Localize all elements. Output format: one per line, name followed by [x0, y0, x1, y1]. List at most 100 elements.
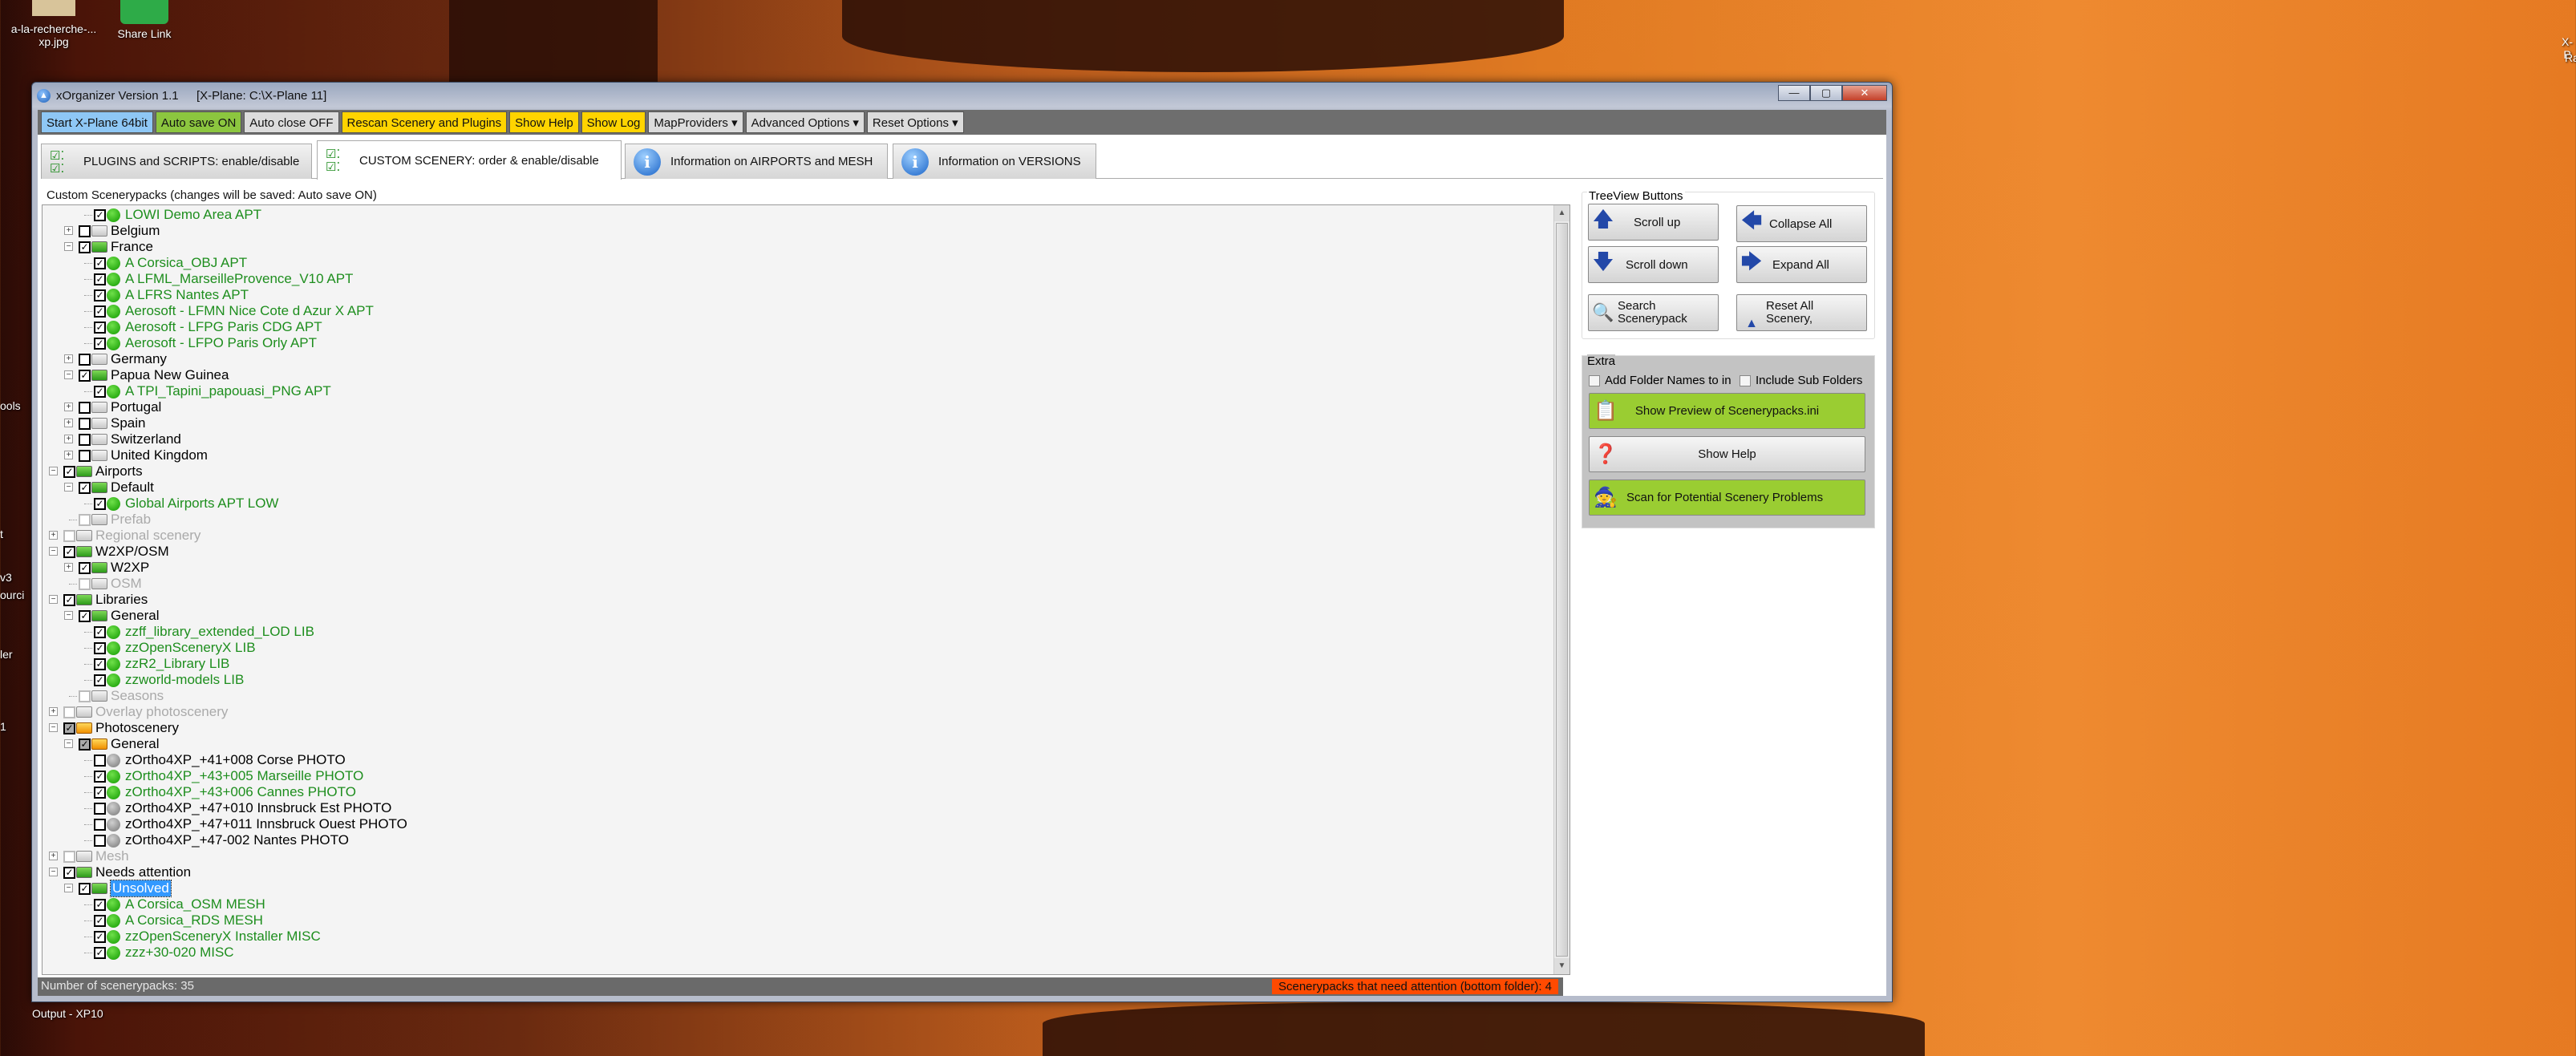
scroll-up-button[interactable]: 🡅 Scroll up — [1588, 204, 1719, 241]
tree-item[interactable]: OSM — [79, 576, 142, 592]
desktop-icon-label[interactable]: Share Link — [112, 27, 176, 40]
tree-item[interactable]: Switzerland — [79, 431, 181, 447]
tree-item[interactable]: ✓ A LFML_MarseilleProvence_V10 APT — [94, 271, 353, 287]
checkbox[interactable]: ✓ — [79, 241, 91, 253]
collapse-icon[interactable]: − — [49, 595, 58, 604]
checkbox[interactable]: ✓ — [63, 866, 75, 879]
scroll-up-arrow[interactable]: ▲ — [1554, 205, 1569, 221]
checkbox[interactable] — [79, 417, 91, 430]
checkbox[interactable]: ✓ — [63, 593, 75, 606]
search-scenerypack-button[interactable]: 🔍 Search Scenerypack — [1588, 294, 1719, 331]
toolbar-button[interactable]: Auto close OFF — [244, 111, 339, 133]
checkbox[interactable] — [63, 850, 75, 863]
checkbox[interactable] — [79, 690, 91, 702]
collapse-all-button[interactable]: 🡄 Collapse All — [1736, 205, 1867, 242]
tree-item[interactable]: ✓ Aerosoft - LFPG Paris CDG APT — [94, 319, 322, 335]
collapse-icon[interactable]: − — [49, 723, 58, 732]
checkbox[interactable]: ✓ — [94, 770, 106, 783]
tree-item[interactable]: ✓ A TPI_Tapini_papouasi_PNG APT — [94, 383, 331, 399]
scroll-down-arrow[interactable]: ▼ — [1554, 958, 1569, 974]
checkbox[interactable] — [63, 529, 75, 542]
tree-item[interactable]: ✓ Default — [79, 479, 154, 496]
tree-item[interactable]: ✓ General — [79, 608, 159, 624]
expand-all-button[interactable]: 🡆 Expand All — [1736, 246, 1867, 283]
checkbox[interactable]: ✓ — [94, 337, 106, 350]
checkbox[interactable]: ✓ — [63, 545, 75, 558]
checkbox[interactable] — [79, 433, 91, 446]
checkbox[interactable]: ✓ — [94, 657, 106, 670]
show-help-button[interactable]: ❓ Show Help — [1589, 436, 1865, 472]
checkbox[interactable] — [79, 513, 91, 526]
tree-item[interactable]: ✓ zOrtho4XP_+43+005 Marseille PHOTO — [94, 768, 363, 784]
scenery-tree[interactable]: ▲ ▼ ✓ LOWI Demo Area APT + Belgium − ✓ France ✓… — [42, 204, 1570, 975]
tree-item[interactable]: ✓ zzOpenSceneryX LIB — [94, 640, 256, 656]
share-link-icon[interactable] — [120, 0, 168, 24]
tree-item[interactable]: ✓ Aerosoft - LFPO Paris Orly APT — [94, 335, 317, 351]
tree-item[interactable]: ✓ Papua New Guinea — [79, 367, 229, 383]
checkbox[interactable]: ✓ — [79, 738, 91, 751]
checkbox[interactable] — [94, 802, 106, 815]
tree-item[interactable]: ✓ Aerosoft - LFMN Nice Cote d Azur X APT — [94, 303, 374, 319]
toolbar-button[interactable]: Start X-Plane 64bit — [41, 111, 153, 133]
collapse-icon[interactable]: − — [49, 547, 58, 556]
maximize-button[interactable]: ▢ — [1810, 85, 1842, 101]
checkbox[interactable]: ✓ — [79, 369, 91, 382]
checkbox[interactable]: ✓ — [94, 930, 106, 943]
expand-icon[interactable]: + — [64, 419, 73, 427]
checkbox[interactable] — [79, 401, 91, 414]
tab[interactable]: i Information on AIRPORTS and MESH — [625, 144, 888, 179]
title-bar[interactable]: ▲ xOrganizer Version 1.1 [X-Plane: C:\X-… — [32, 83, 1892, 110]
checkbox[interactable] — [94, 818, 106, 831]
add-folder-names-checkbox[interactable]: Add Folder Names to in — [1589, 374, 1732, 387]
tree-item[interactable]: ✓ Libraries — [63, 592, 148, 608]
tree-item[interactable]: ✓ Global Airports APT LOW — [94, 496, 278, 512]
tree-item[interactable]: ✓ France — [79, 239, 153, 255]
tree-item[interactable]: ✓ W2XP — [79, 560, 149, 576]
include-sub-folders-checkbox[interactable]: Include Sub Folders — [1740, 374, 1862, 387]
tree-item[interactable]: ✓ zzworld-models LIB — [94, 672, 244, 688]
checkbox[interactable] — [79, 449, 91, 462]
tree-item[interactable]: ✓ Photoscenery — [63, 720, 179, 736]
tree-item[interactable]: Portugal — [79, 399, 161, 415]
tree-item[interactable]: Seasons — [79, 688, 164, 704]
checkbox[interactable]: ✓ — [79, 481, 91, 494]
checkbox[interactable]: ✓ — [94, 208, 106, 221]
tree-item[interactable]: ✓ Needs attention — [63, 864, 191, 880]
tab[interactable]: ☑⁚ ☑⁚ PLUGINS and SCRIPTS: enable/disable — [41, 144, 312, 179]
expand-icon[interactable]: + — [64, 226, 73, 235]
checkbox[interactable] — [94, 754, 106, 767]
tree-item[interactable]: ✓ zzR2_Library LIB — [94, 656, 229, 672]
reset-all-scenery-button[interactable]: ▲ Reset All Scenery, — [1736, 294, 1867, 331]
tree-item[interactable]: Germany — [79, 351, 167, 367]
checkbox[interactable]: ✓ — [94, 674, 106, 686]
tree-item[interactable]: Mesh — [63, 848, 129, 864]
collapse-icon[interactable]: − — [64, 370, 73, 379]
checkbox[interactable]: ✓ — [94, 305, 106, 318]
tree-item[interactable]: Regional scenery — [63, 528, 200, 544]
checkbox[interactable]: ✓ — [94, 257, 106, 269]
tree-item[interactable]: ✓ zzz+30-020 MISC — [94, 945, 234, 961]
collapse-icon[interactable]: − — [49, 467, 58, 475]
desktop-icon-label[interactable]: a-la-recherche-... xp.jpg — [2, 22, 106, 48]
collapse-icon[interactable]: − — [64, 483, 73, 492]
tree-item[interactable]: zOrtho4XP_+47+011 Innsbruck Ouest PHOTO — [94, 816, 407, 832]
tree-item[interactable]: Prefab — [79, 512, 151, 528]
tree-item[interactable]: ✓ zOrtho4XP_+43+006 Cannes PHOTO — [94, 784, 356, 800]
checkbox[interactable] — [79, 577, 91, 590]
toolbar-button[interactable]: Advanced Options ▾ — [745, 111, 865, 133]
tree-item[interactable]: ✓ A Corsica_RDS MESH — [94, 912, 263, 929]
checkbox[interactable]: ✓ — [94, 946, 106, 959]
toolbar-button[interactable]: Rescan Scenery and Plugins — [341, 111, 508, 133]
checkbox[interactable]: ✓ — [94, 914, 106, 927]
checkbox[interactable] — [79, 225, 91, 237]
tree-item[interactable]: ✓ A Corsica_OBJ APT — [94, 255, 247, 271]
tree-item[interactable]: ✓ LOWI Demo Area APT — [94, 207, 261, 223]
checkbox[interactable] — [79, 353, 91, 366]
tree-item[interactable]: ✓ Airports — [63, 463, 143, 479]
checkbox[interactable]: ✓ — [79, 609, 91, 622]
checkbox[interactable]: ✓ — [63, 465, 75, 478]
checkbox[interactable]: ✓ — [94, 273, 106, 285]
tree-scrollbar[interactable]: ▲ ▼ — [1553, 205, 1569, 974]
checkbox[interactable]: ✓ — [94, 625, 106, 638]
collapse-icon[interactable]: − — [64, 884, 73, 892]
